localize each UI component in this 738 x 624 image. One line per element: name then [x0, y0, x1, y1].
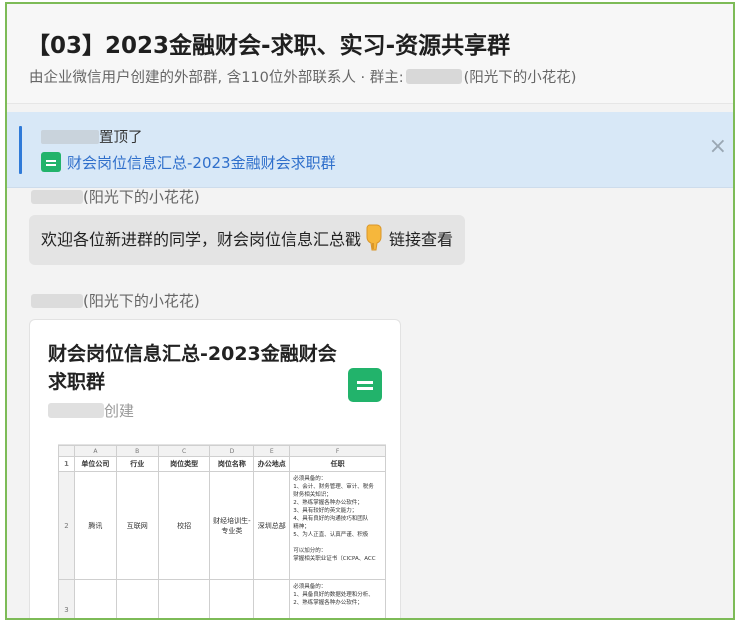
card-creator: 创建	[48, 400, 134, 421]
message-bubble[interactable]: 欢迎各位新进群的同学，财会岗位信息汇总戳 链接查看	[29, 215, 466, 265]
sheet-header-cell: 岗位名称	[209, 456, 255, 472]
sheet-cell: 财经培训生-专业类	[209, 471, 255, 580]
sheet-preview: A B C D E F 1 单位公司 行业 岗位类型 岗位名称 办公地点 任职	[58, 444, 386, 618]
req-line: 2、熟练掌握各种办公软件；	[293, 500, 363, 506]
sheet-cell: 深圳总部	[253, 471, 291, 580]
req-line: 1、具备良好的数据处理和分析、	[293, 592, 374, 598]
req-line: 精神；	[293, 524, 310, 530]
creator-suffix: 创建	[104, 402, 135, 420]
sheet-icon	[348, 368, 382, 402]
req-line: 2、熟练掌握各种办公软件；	[293, 600, 363, 606]
redacted-name	[48, 403, 104, 418]
pinned-by: 置顶了	[41, 126, 143, 147]
pointing-down-hand-icon	[366, 224, 382, 251]
req-line: 必须具备的：	[293, 584, 327, 590]
sheet-cell: 腾讯	[73, 471, 117, 580]
sheet-row-number: 1	[58, 456, 75, 472]
sheet-header-cell: 行业	[115, 456, 159, 472]
req-line: 必须具备的：	[293, 476, 327, 482]
redacted-name	[31, 294, 83, 308]
sheet-col-letter: F	[289, 445, 386, 457]
sheet-cell	[209, 579, 255, 618]
req-line	[293, 539, 382, 547]
sheet-col-letter: E	[253, 445, 291, 457]
sheet-row-number: 2	[58, 471, 75, 580]
subtitle-suffix: (阳光下的小花花)	[463, 70, 577, 86]
sheet-cell	[73, 579, 117, 618]
sheet-header-cell: 岗位类型	[157, 456, 211, 472]
sheet-row-number: 3	[58, 579, 75, 618]
message-sender[interactable]: (阳光下的小花花)	[31, 186, 200, 207]
sheet-cell	[253, 579, 291, 618]
message-text-before: 欢迎各位新进群的同学，财会岗位信息汇总戳	[41, 230, 362, 249]
pinned-doc-link[interactable]: 财会岗位信息汇总-2023金融财会求职群	[41, 152, 336, 173]
sheet-header-row: 1 单位公司 行业 岗位类型 岗位名称 办公地点 任职	[58, 456, 386, 472]
pinned-accent-bar	[19, 126, 22, 174]
pinned-doc-title: 财会岗位信息汇总-2023金融财会求职群	[67, 154, 336, 172]
sheet-header-cell: 单位公司	[73, 456, 117, 472]
group-title: 【03】2023金融财会-求职、实习-资源共享群	[27, 33, 511, 59]
sheet-header-cell: 任职	[289, 456, 386, 472]
sheet-data-row: 2 腾讯 互联网 校招 财经培训生-专业类 深圳总部 必须具备的： 1、会计、财…	[58, 471, 386, 580]
req-line: 财务相关知识；	[293, 492, 332, 498]
sheet-col-letter: D	[209, 445, 255, 457]
card-title: 财会岗位信息汇总-2023金融财会求职群	[48, 343, 337, 393]
sheet-header-cell: 办公地点	[253, 456, 291, 472]
chat-header: 【03】2023金融财会-求职、实习-资源共享群 由企业微信用户创建的外部群, …	[7, 4, 733, 104]
message-text-after: 链接查看	[389, 230, 454, 249]
sheet-data-row: 3 必须具备的： 1、具备良好的数据处理和分析、 2、熟练掌握各种办公软件；	[58, 579, 386, 618]
req-line: 3、具有较好的英文能力；	[293, 508, 358, 514]
close-icon[interactable]: ×	[709, 134, 727, 159]
sheet-col-letter: A	[73, 445, 117, 457]
sheet-cell: 互联网	[115, 471, 159, 580]
sheet-corner	[58, 445, 75, 457]
pinned-label: 置顶了	[99, 130, 143, 146]
sheet-requirements-cell: 必须具备的： 1、具备良好的数据处理和分析、 2、熟练掌握各种办公软件；	[289, 579, 386, 618]
chat-window: 【03】2023金融财会-求职、实习-资源共享群 由企业微信用户创建的外部群, …	[5, 2, 735, 620]
sheet-col-letter: B	[115, 445, 159, 457]
pinned-message-bar[interactable]: 置顶了 财会岗位信息汇总-2023金融财会求职群 ×	[7, 112, 733, 188]
doc-share-card[interactable]: 财会岗位信息汇总-2023金融财会求职群 创建 A B C D E F 1 单位…	[29, 319, 401, 618]
subtitle-prefix: 由企业微信用户创建的外部群, 含110位外部联系人 · 群主:	[29, 70, 404, 86]
req-line: 1、会计、财务管理、审计、税务	[293, 484, 374, 490]
sender-suffix: (阳光下的小花花)	[83, 292, 200, 310]
sender-suffix: (阳光下的小花花)	[83, 188, 200, 206]
req-line: 5、为人正直、认真严谨、积极	[293, 532, 369, 538]
req-line: 4、具有良好的沟通技巧和团队	[293, 516, 369, 522]
group-subtitle: 由企业微信用户创建的外部群, 含110位外部联系人 · 群主: (阳光下的小花花)	[29, 66, 576, 87]
sheet-requirements-cell: 必须具备的： 1、会计、财务管理、审计、税务 财务相关知识； 2、熟练掌握各种办…	[289, 471, 386, 580]
sheet-cell: 校招	[157, 471, 211, 580]
redacted-name	[405, 69, 462, 84]
sheet-cell	[157, 579, 211, 618]
sheet-cell	[115, 579, 159, 618]
redacted-name	[31, 190, 83, 204]
sheet-preview-table: A B C D E F 1 单位公司 行业 岗位类型 岗位名称 办公地点 任职	[58, 445, 386, 618]
message-sender[interactable]: (阳光下的小花花)	[31, 290, 200, 311]
redacted-name	[41, 130, 99, 144]
sheet-col-letter: C	[157, 445, 211, 457]
sheet-column-letters: A B C D E F	[58, 445, 386, 457]
req-line: 可以加分的：	[293, 548, 327, 554]
sheet-icon	[41, 152, 61, 172]
req-line: 掌握相关职业证书（CICPA、ACC	[293, 556, 376, 562]
